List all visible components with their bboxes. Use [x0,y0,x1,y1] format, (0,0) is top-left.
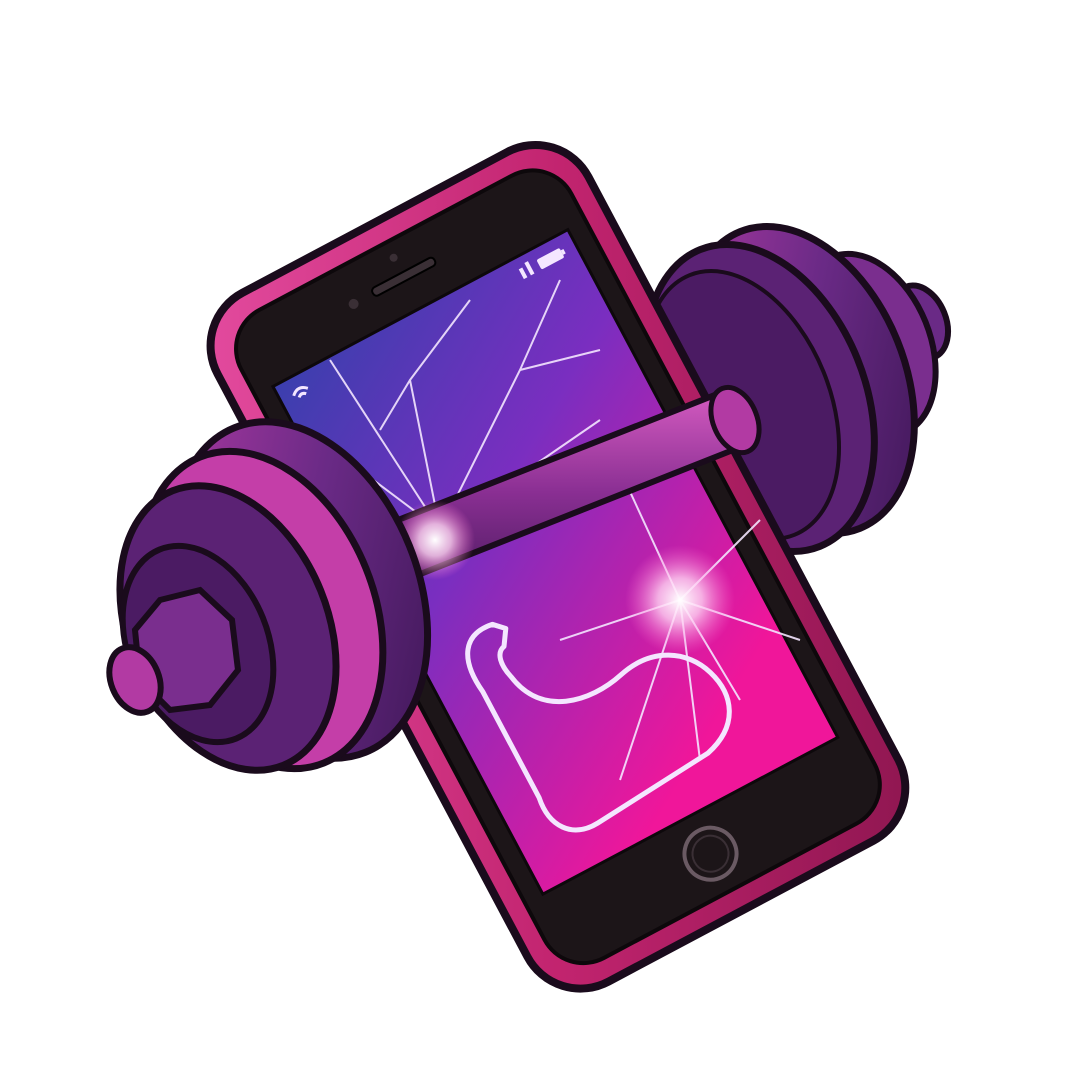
dumbbell-phone-illustration [106,140,951,993]
illustration-canvas [0,0,1080,1080]
impact-burst [625,545,735,655]
